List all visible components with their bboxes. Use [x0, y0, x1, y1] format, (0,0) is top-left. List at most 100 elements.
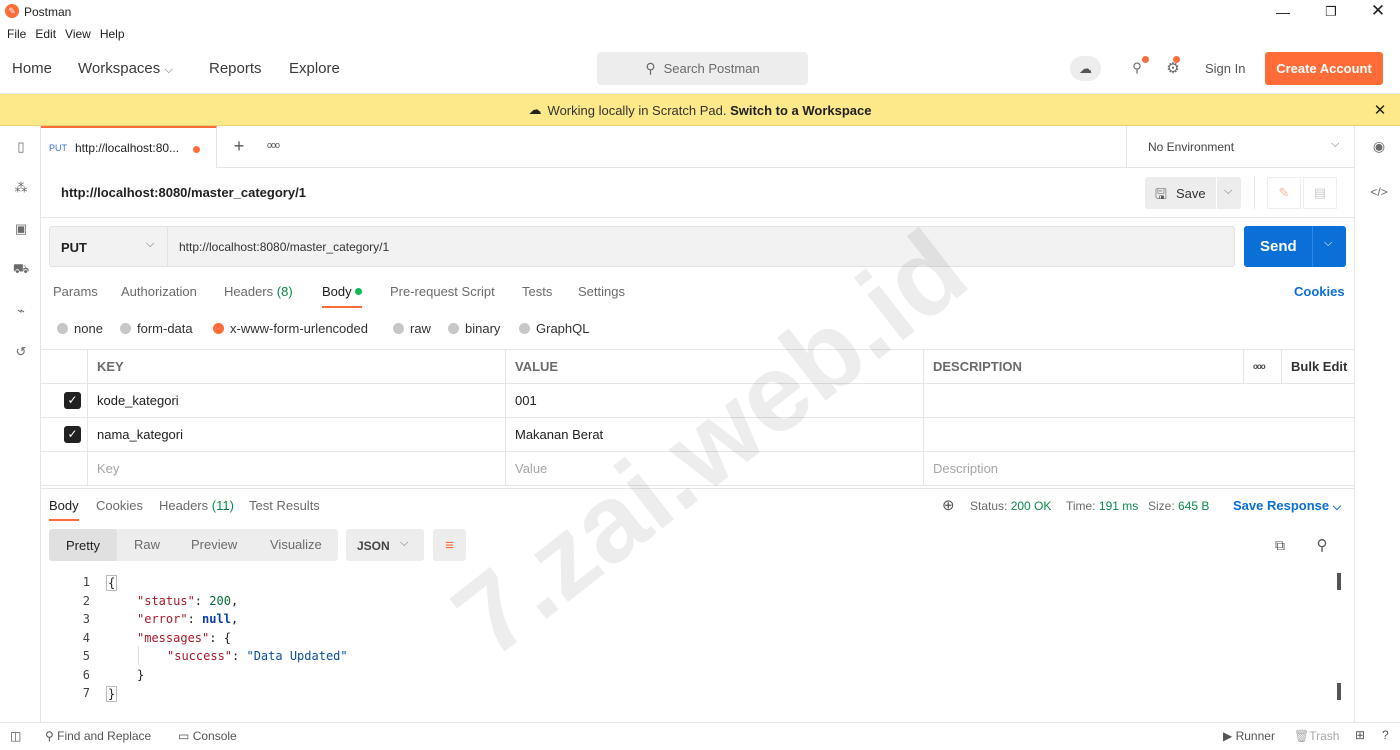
send-button[interactable]: Send ⌵ [1244, 226, 1346, 267]
request-tab-active[interactable]: PUT http://localhost:80... [41, 126, 217, 168]
new-tab-icon[interactable]: + [229, 136, 249, 156]
toggle-sidebar-icon[interactable]: ◫ [10, 729, 21, 743]
radio-none[interactable]: none [57, 321, 103, 336]
close-banner-icon[interactable]: ✕ [1370, 100, 1390, 120]
monitors-icon[interactable]: ⌁ [11, 301, 31, 321]
nav-workspaces[interactable]: Workspaces ⌵ [78, 60, 173, 77]
url-input[interactable]: http://localhost:8080/master_category/1 [168, 226, 1235, 267]
mock-servers-icon[interactable]: ⛟ [11, 260, 31, 280]
view-mode-group: Pretty Raw Preview Visualize [49, 529, 338, 561]
nav-explore[interactable]: Explore [289, 60, 340, 77]
nav-reports[interactable]: Reports [209, 60, 262, 77]
row-key[interactable]: nama_kategori [87, 418, 505, 451]
table-more-icon[interactable]: ooo [1243, 350, 1281, 383]
search-bar[interactable]: ⚲ Search Postman [597, 52, 808, 85]
view-pretty[interactable]: Pretty [49, 529, 117, 561]
runner[interactable]: ▶ Runner [1223, 729, 1275, 743]
tab-tests[interactable]: Tests [522, 284, 552, 299]
resp-tab-headers[interactable]: Headers (11) [159, 498, 234, 513]
chevron-down-icon[interactable]: ⌵ [1324, 237, 1332, 250]
minimize-icon[interactable]: — [1273, 2, 1293, 22]
key-placeholder[interactable]: Key [87, 452, 505, 485]
bulk-edit-button[interactable]: Bulk Edit [1281, 350, 1354, 383]
notification-dot [1173, 56, 1180, 63]
collections-icon[interactable]: ▯ [11, 137, 31, 157]
eye-icon[interactable]: ◉ [1369, 136, 1389, 156]
switch-workspace-link[interactable]: Switch to a Workspace [730, 103, 871, 118]
environment-selector[interactable]: No Environment ⌵ [1126, 126, 1354, 168]
globe-icon[interactable]: ⊕ [942, 496, 955, 514]
tab-prerequest[interactable]: Pre-request Script [390, 284, 495, 299]
comments-icon[interactable]: ▤ [1303, 177, 1337, 209]
method-selector[interactable]: PUT ⌵ [49, 226, 168, 267]
chevron-down-icon[interactable]: ⌵ [1224, 185, 1232, 198]
view-preview[interactable]: Preview [191, 537, 237, 552]
row-description[interactable] [923, 384, 1354, 417]
view-raw[interactable]: Raw [134, 537, 160, 552]
request-tabs-bar: PUT http://localhost:80... + ooo No Envi… [41, 126, 1354, 168]
radio-graphql[interactable]: GraphQL [519, 321, 589, 336]
trash[interactable]: 🗑Trash [1294, 729, 1339, 743]
resp-tab-body[interactable]: Body [49, 498, 79, 521]
tab-settings[interactable]: Settings [578, 284, 625, 299]
restore-icon[interactable]: ❐ [1321, 2, 1341, 22]
resp-tab-cookies[interactable]: Cookies [96, 498, 143, 513]
response-header: Body Cookies Headers (11) Test Results ⊕… [41, 488, 1354, 521]
view-visualize[interactable]: Visualize [270, 537, 322, 552]
wrap-lines-icon[interactable]: ≡ [433, 529, 466, 561]
tab-headers[interactable]: Headers (8) [224, 284, 293, 299]
tab-body[interactable]: Body [322, 284, 363, 308]
row-checkbox[interactable]: ✓ [64, 392, 81, 409]
create-account-button[interactable]: Create Account [1265, 52, 1383, 85]
menu-help[interactable]: Help [100, 24, 125, 44]
cookies-link[interactable]: Cookies [1294, 284, 1345, 299]
radio-raw[interactable]: raw [393, 321, 431, 336]
response-code-viewer[interactable] [41, 570, 1354, 710]
code-icon[interactable]: </> [1369, 182, 1389, 202]
search-response-icon[interactable]: ⚲ [1312, 535, 1332, 555]
radio-binary[interactable]: binary [448, 321, 500, 336]
send-divider [1312, 226, 1313, 267]
row-checkbox[interactable]: ✓ [64, 426, 81, 443]
line-number: 6 [82, 668, 90, 682]
json-key: "status" [137, 594, 195, 608]
menu-view[interactable]: View [65, 24, 91, 44]
two-pane-icon[interactable]: ⊞ [1355, 728, 1365, 742]
format-select[interactable]: JSON ⌵ [346, 529, 424, 561]
row-description[interactable] [923, 418, 1354, 451]
scrollbar[interactable] [1337, 683, 1341, 700]
cloud-sync-icon[interactable]: ☁ [1070, 56, 1101, 81]
row-key[interactable]: kode_kategori [87, 384, 505, 417]
tab-authorization[interactable]: Authorization [121, 284, 197, 299]
help-icon[interactable]: ? [1382, 728, 1389, 742]
menu-edit[interactable]: Edit [35, 24, 56, 44]
radio-form-data[interactable]: form-data [120, 321, 193, 336]
console[interactable]: ▭ Console [178, 729, 237, 743]
code-line-4: "messages": { [137, 631, 231, 645]
nav-home[interactable]: Home [12, 60, 52, 77]
send-label: Send [1260, 238, 1297, 255]
close-window-icon[interactable]: ✕ [1368, 1, 1388, 21]
description-placeholder[interactable]: Description [923, 452, 1354, 485]
apis-icon[interactable]: ⁂ [11, 178, 31, 198]
sign-in-link[interactable]: Sign In [1205, 61, 1245, 76]
history-icon[interactable]: ↺ [11, 342, 31, 362]
tab-params[interactable]: Params [53, 284, 98, 299]
copy-icon[interactable]: ⧉ [1270, 535, 1290, 555]
row-value[interactable]: 001 [505, 384, 923, 417]
find-replace[interactable]: ⚲ Find and Replace [45, 729, 151, 743]
save-response-button[interactable]: Save Response ⌵ [1233, 498, 1341, 514]
value-placeholder[interactable]: Value [505, 452, 923, 485]
row-value[interactable]: Makanan Berat [505, 418, 923, 451]
menu-file[interactable]: File [7, 24, 26, 44]
edit-icon[interactable]: ✎ [1267, 177, 1301, 209]
environments-icon[interactable]: ▣ [11, 219, 31, 239]
scrollbar[interactable] [1337, 573, 1341, 590]
save-button[interactable]: 🖫 Save ⌵ [1145, 177, 1241, 209]
more-tabs-icon[interactable]: ooo [267, 140, 280, 150]
resp-tab-test-results[interactable]: Test Results [249, 498, 320, 513]
radio-circle [393, 323, 404, 334]
radio-urlencoded[interactable]: x-www-form-urlencoded [213, 321, 368, 336]
brace: { [223, 631, 231, 645]
line-number: 3 [82, 612, 90, 626]
